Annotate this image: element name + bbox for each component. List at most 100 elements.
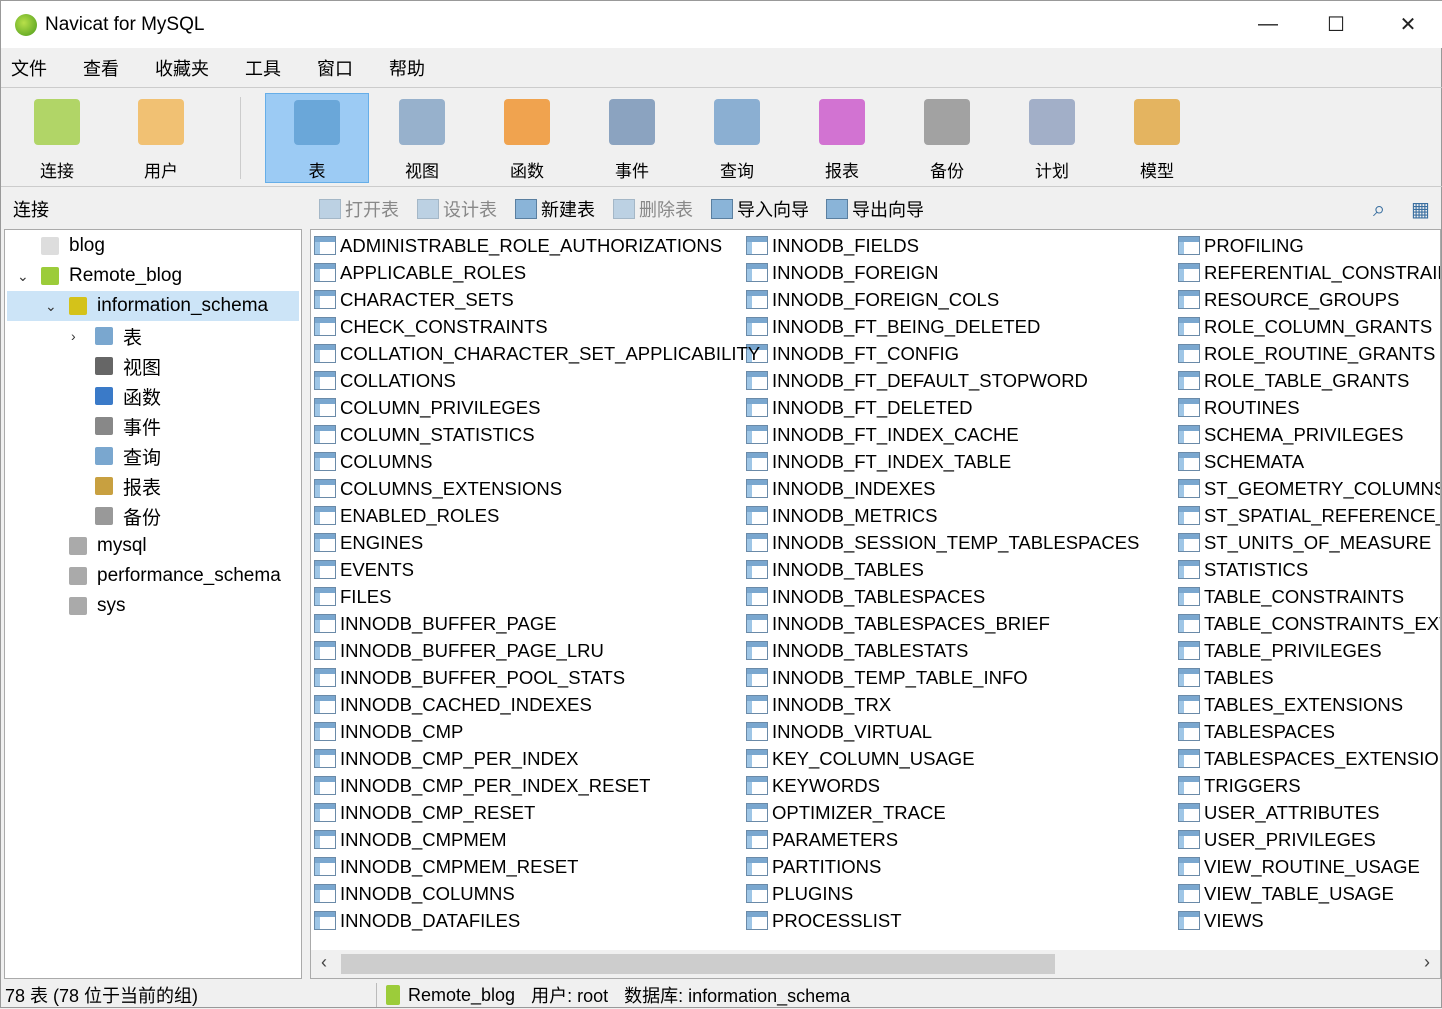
table-item[interactable]: INNODB_CMP bbox=[314, 718, 760, 745]
table-item[interactable]: USER_PRIVILEGES bbox=[1178, 826, 1440, 853]
table-item[interactable]: ENABLED_ROLES bbox=[314, 502, 760, 529]
tree-node[interactable]: 查询 bbox=[95, 441, 161, 471]
table-item[interactable]: APPLICABLE_ROLES bbox=[314, 259, 760, 286]
table-item[interactable]: VIEW_TABLE_USAGE bbox=[1178, 880, 1440, 907]
table-item[interactable]: SCHEMA_PRIVILEGES bbox=[1178, 421, 1440, 448]
table-item[interactable]: COLLATION_CHARACTER_SET_APPLICABILITY bbox=[314, 340, 760, 367]
table-item[interactable]: INNODB_BUFFER_PAGE bbox=[314, 610, 760, 637]
toolbar-button-0[interactable]: 连接 bbox=[5, 93, 109, 183]
toolbar-button-9[interactable]: 计划 bbox=[1000, 93, 1104, 183]
table-item[interactable]: KEY_COLUMN_USAGE bbox=[746, 745, 1139, 772]
table-item[interactable]: INNODB_TEMP_TABLE_INFO bbox=[746, 664, 1139, 691]
close-button[interactable]: ✕ bbox=[1373, 1, 1442, 48]
table-item[interactable]: TABLESPACES_EXTENSION bbox=[1178, 745, 1440, 772]
table-item[interactable]: INNODB_COLUMNS bbox=[314, 880, 760, 907]
action-button-3[interactable]: 删除表 bbox=[613, 196, 693, 222]
chevron-down-icon[interactable]: ⌄ bbox=[17, 268, 29, 285]
table-item[interactable]: INNODB_FIELDS bbox=[746, 232, 1139, 259]
table-item[interactable]: INNODB_TABLES bbox=[746, 556, 1139, 583]
table-item[interactable]: COLUMN_PRIVILEGES bbox=[314, 394, 760, 421]
table-item[interactable]: ROLE_TABLE_GRANTS bbox=[1178, 367, 1440, 394]
table-item[interactable]: ROLE_COLUMN_GRANTS bbox=[1178, 313, 1440, 340]
table-item[interactable]: SCHEMATA bbox=[1178, 448, 1440, 475]
table-item[interactable]: TABLES_EXTENSIONS bbox=[1178, 691, 1440, 718]
table-item[interactable]: INNODB_FT_DELETED bbox=[746, 394, 1139, 421]
table-item[interactable]: KEYWORDS bbox=[746, 772, 1139, 799]
minimize-button[interactable]: — bbox=[1233, 1, 1303, 48]
action-button-5[interactable]: 导出向导 bbox=[826, 196, 924, 222]
table-item[interactable]: INNODB_CMP_PER_INDEX_RESET bbox=[314, 772, 760, 799]
search-icon[interactable]: ⌕ bbox=[1373, 196, 1385, 222]
table-item[interactable]: INNODB_FOREIGN bbox=[746, 259, 1139, 286]
table-item[interactable]: INNODB_FT_INDEX_TABLE bbox=[746, 448, 1139, 475]
tree-node[interactable]: 视图 bbox=[95, 351, 161, 381]
grid-view-icon[interactable]: ▦ bbox=[1411, 197, 1430, 222]
horizontal-scrollbar[interactable]: ‹ › bbox=[311, 950, 1440, 978]
table-item[interactable]: COLUMN_STATISTICS bbox=[314, 421, 760, 448]
maximize-button[interactable]: ☐ bbox=[1301, 1, 1371, 48]
table-item[interactable]: INNODB_CMPMEM bbox=[314, 826, 760, 853]
table-item[interactable]: TRIGGERS bbox=[1178, 772, 1440, 799]
toolbar-button-8[interactable]: 备份 bbox=[895, 93, 999, 183]
tree-node[interactable]: performance_schema bbox=[69, 561, 281, 591]
table-item[interactable]: VIEWS bbox=[1178, 907, 1440, 934]
table-item[interactable]: INNODB_TABLESTATS bbox=[746, 637, 1139, 664]
toolbar-button-10[interactable]: 模型 bbox=[1105, 93, 1209, 183]
scrollbar-thumb[interactable] bbox=[341, 954, 1055, 974]
table-list[interactable]: PROFILING REFERENTIAL_CONSTRAIN RESOURCE_G… bbox=[310, 229, 1441, 979]
table-item[interactable]: PROFILING bbox=[1178, 232, 1440, 259]
table-item[interactable]: COLUMNS bbox=[314, 448, 760, 475]
action-button-1[interactable]: 设计表 bbox=[417, 196, 497, 222]
table-item[interactable]: INNODB_CMP_PER_INDEX bbox=[314, 745, 760, 772]
table-item[interactable]: ADMINISTRABLE_ROLE_AUTHORIZATIONS bbox=[314, 232, 760, 259]
table-item[interactable]: ST_UNITS_OF_MEASURE bbox=[1178, 529, 1440, 556]
toolbar-button-2[interactable]: 表 bbox=[265, 93, 369, 183]
table-item[interactable]: VIEW_ROUTINE_USAGE bbox=[1178, 853, 1440, 880]
table-item[interactable]: FILES bbox=[314, 583, 760, 610]
action-button-0[interactable]: 打开表 bbox=[319, 196, 399, 222]
tree-node[interactable]: mysql bbox=[69, 531, 147, 561]
table-item[interactable]: INNODB_FT_BEING_DELETED bbox=[746, 313, 1139, 340]
toolbar-button-1[interactable]: 用户 bbox=[109, 93, 213, 183]
menu-item[interactable]: 帮助 bbox=[389, 55, 425, 81]
toolbar-button-5[interactable]: 事件 bbox=[580, 93, 684, 183]
toolbar-button-4[interactable]: 函数 bbox=[475, 93, 579, 183]
scroll-left-button[interactable]: ‹ bbox=[321, 952, 327, 973]
menu-item[interactable]: 收藏夹 bbox=[155, 55, 209, 81]
tree-node[interactable]: 备份 bbox=[95, 501, 161, 531]
toolbar-button-7[interactable]: 报表 bbox=[790, 93, 894, 183]
scroll-right-button[interactable]: › bbox=[1424, 952, 1430, 973]
tree-node[interactable]: 事件 bbox=[95, 411, 161, 441]
tree-node[interactable]: blog bbox=[41, 231, 105, 261]
table-item[interactable]: TABLE_CONSTRAINTS_EXTI bbox=[1178, 610, 1440, 637]
chevron-down-icon[interactable]: ⌄ bbox=[45, 298, 57, 315]
tree-node[interactable]: sys bbox=[69, 591, 126, 621]
table-item[interactable]: COLUMNS_EXTENSIONS bbox=[314, 475, 760, 502]
menu-item[interactable]: 窗口 bbox=[317, 55, 353, 81]
table-item[interactable]: INNODB_BUFFER_PAGE_LRU bbox=[314, 637, 760, 664]
table-item[interactable]: INNODB_SESSION_TEMP_TABLESPACES bbox=[746, 529, 1139, 556]
table-item[interactable]: PROCESSLIST bbox=[746, 907, 1139, 934]
table-item[interactable]: PARTITIONS bbox=[746, 853, 1139, 880]
connection-tree[interactable]: blog ⌄ Remote_blog ⌄ information_schema › 表视图函… bbox=[4, 229, 302, 979]
table-item[interactable]: OPTIMIZER_TRACE bbox=[746, 799, 1139, 826]
table-item[interactable]: INNODB_VIRTUAL bbox=[746, 718, 1139, 745]
table-item[interactable]: INNODB_FT_DEFAULT_STOPWORD bbox=[746, 367, 1139, 394]
tree-node[interactable]: ⌄ Remote_blog bbox=[17, 261, 182, 291]
menu-item[interactable]: 工具 bbox=[245, 55, 281, 81]
table-item[interactable]: INNODB_TABLESPACES bbox=[746, 583, 1139, 610]
table-item[interactable]: INNODB_CMP_RESET bbox=[314, 799, 760, 826]
table-item[interactable]: INNODB_INDEXES bbox=[746, 475, 1139, 502]
table-item[interactable]: ROLE_ROUTINE_GRANTS bbox=[1178, 340, 1440, 367]
table-item[interactable]: EVENTS bbox=[314, 556, 760, 583]
action-button-4[interactable]: 导入向导 bbox=[711, 196, 809, 222]
table-item[interactable]: INNODB_METRICS bbox=[746, 502, 1139, 529]
table-item[interactable]: REFERENTIAL_CONSTRAIN bbox=[1178, 259, 1440, 286]
table-item[interactable]: INNODB_CACHED_INDEXES bbox=[314, 691, 760, 718]
action-button-2[interactable]: 新建表 bbox=[515, 196, 595, 222]
table-item[interactable]: ROUTINES bbox=[1178, 394, 1440, 421]
table-item[interactable]: INNODB_BUFFER_POOL_STATS bbox=[314, 664, 760, 691]
table-item[interactable]: PLUGINS bbox=[746, 880, 1139, 907]
tree-node[interactable]: 报表 bbox=[95, 471, 161, 501]
table-item[interactable]: INNODB_CMPMEM_RESET bbox=[314, 853, 760, 880]
